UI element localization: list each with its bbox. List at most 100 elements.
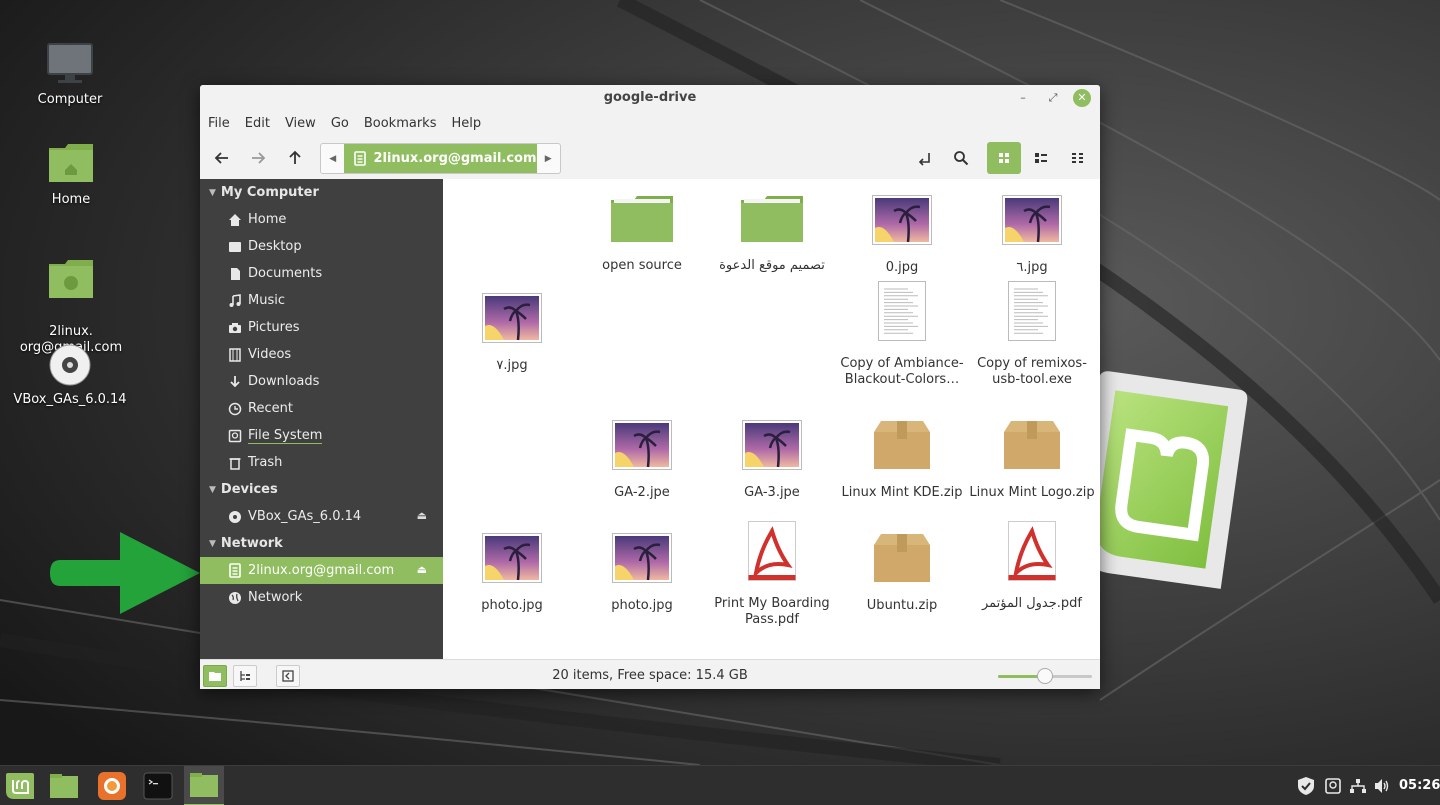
file-item[interactable]: ٧.jpg [447, 287, 577, 374]
sidebar-item-home[interactable]: Home [200, 206, 443, 233]
sidebar-item-label: Videos [248, 347, 292, 362]
file-item[interactable]: Copy of remixos-usb-tool.exe [967, 281, 1097, 388]
sidebar-item-network[interactable]: Network [200, 584, 443, 611]
file-item[interactable]: GA-2.jpe [577, 414, 707, 501]
toolbar: ◀ 2linux.org@gmail.com ▶ [200, 135, 1100, 179]
sidebar-item-desktop[interactable]: Desktop [200, 233, 443, 260]
file-item[interactable]: Ubuntu.zip [837, 527, 967, 614]
sidebar-item-google-drive[interactable]: 2linux.org@gmail.com ⏏ [200, 557, 443, 584]
toggle-location-button[interactable] [910, 143, 940, 173]
desktop-icon-computer[interactable]: Computer [0, 42, 140, 108]
file-name: photo.jpg [481, 598, 543, 613]
file-item[interactable]: photo.jpg [577, 527, 707, 614]
sidebar-item-vbox-disc[interactable]: VBox_GAs_6.0.14 ⏏ [200, 503, 443, 530]
sidebar-item-file-system[interactable]: File System [200, 422, 443, 449]
pdf-thumbnail-icon [967, 521, 1097, 586]
compact-view-button[interactable] [1063, 143, 1093, 173]
sidebar-header-my-computer[interactable]: ▼ My Computer [200, 179, 443, 206]
maximize-button[interactable]: ⤢ [1044, 89, 1062, 107]
file-item[interactable]: GA-3.jpe [707, 414, 837, 501]
eject-icon[interactable]: ⏏ [417, 563, 427, 576]
forward-button[interactable] [243, 143, 273, 173]
sidebar-item-videos[interactable]: Videos [200, 341, 443, 368]
file-item[interactable]: Print My Boarding Pass.pdf [707, 521, 837, 628]
sidebar-item-label: Home [248, 212, 287, 227]
icon-view-button[interactable] [987, 142, 1021, 174]
file-name: GA-2.jpe [614, 485, 670, 500]
file-item[interactable]: ٦.jpg [967, 189, 1097, 276]
menu-file[interactable]: File [204, 116, 234, 131]
network-tray[interactable] [1348, 776, 1368, 796]
file-item[interactable]: photo.jpg [447, 527, 577, 614]
zoom-slider[interactable] [998, 668, 1092, 684]
menu-view-label[interactable]: View [281, 116, 320, 131]
path-scroll-left-button[interactable]: ◀ [321, 144, 344, 173]
terminal-launcher[interactable] [138, 766, 178, 805]
desktop-icon-network-drive[interactable]: 2linux. org@gmail.com [1, 242, 141, 356]
file-item[interactable]: Linux Mint Logo.zip [967, 414, 1097, 501]
caret-down-icon: ▼ [209, 187, 216, 198]
file-name: ٧.jpg [496, 358, 528, 373]
file-name: Ubuntu.zip [866, 598, 938, 613]
zoom-slider-handle[interactable] [1037, 668, 1053, 684]
titlebar[interactable]: google-drive – ⤢ ✕ [200, 85, 1100, 111]
file-name: GA-3.jpe [744, 485, 800, 500]
disc-icon [227, 509, 243, 525]
search-icon [954, 151, 969, 166]
file-item[interactable]: 0.jpg [837, 189, 967, 276]
list-view-button[interactable] [1026, 143, 1056, 173]
file-item[interactable]: جدول المؤتمر.pdf [967, 521, 1097, 612]
close-button[interactable]: ✕ [1073, 89, 1091, 107]
menu-button[interactable] [0, 766, 40, 805]
sidebar-header-devices[interactable]: ▼ Devices [200, 476, 443, 503]
path-segment-drive[interactable]: 2linux.org@gmail.com [344, 144, 537, 173]
file-manager-window: google-drive – ⤢ ✕ File Edit Go View Go … [200, 85, 1100, 689]
sidebar-item-downloads[interactable]: Downloads [200, 368, 443, 395]
harddisk-icon [1325, 778, 1341, 794]
firefox-launcher[interactable] [92, 766, 132, 805]
disc-icon [49, 344, 91, 386]
desktop-icon-label: Home [51, 192, 91, 207]
sidebar-header-network[interactable]: ▼ Network [200, 530, 443, 557]
shield-check-icon [1298, 777, 1314, 795]
menu-bookmarks[interactable]: Bookmarks [360, 116, 441, 131]
eject-icon[interactable]: ⏏ [417, 509, 427, 522]
drives-tray[interactable] [1323, 776, 1343, 796]
image-thumbnail-icon [577, 533, 707, 588]
sidebar-item-documents[interactable]: Documents [200, 260, 443, 287]
file-item[interactable]: open source [577, 189, 707, 274]
file-item[interactable]: Linux Mint KDE.zip [837, 414, 967, 501]
file-item[interactable]: Copy of Ambiance-Blackout-Colors… [837, 281, 967, 388]
path-scroll-right-button[interactable]: ▶ [537, 144, 560, 173]
menu-go[interactable]: Go [327, 116, 353, 131]
taskbar-file-manager[interactable] [184, 766, 224, 805]
file-name: Copy of remixos-usb-tool.exe [977, 356, 1087, 387]
sidebar-item-music[interactable]: Music [200, 287, 443, 314]
file-item[interactable]: تصميم موقع الدعوة [707, 189, 837, 274]
search-button[interactable] [946, 143, 976, 173]
menu-help[interactable]: Help [447, 116, 485, 131]
sidebar-item-label: Trash [248, 455, 283, 470]
back-button[interactable] [207, 143, 237, 173]
status-text: 20 items, Free space: 15.4 GB [552, 668, 748, 683]
minimize-button[interactable]: – [1014, 89, 1032, 107]
sidebar-item-pictures[interactable]: Pictures [200, 314, 443, 341]
document-icon [227, 266, 243, 282]
menu-edit[interactable]: Edit [241, 116, 274, 131]
image-thumbnail-icon [967, 195, 1097, 250]
statusbar: 20 items, Free space: 15.4 GB [200, 659, 1100, 689]
sidebar-item-trash[interactable]: Trash [200, 449, 443, 476]
sidebar-item-label: Music [248, 293, 285, 308]
volume-tray[interactable] [1372, 776, 1392, 796]
arrow-right-icon [252, 152, 266, 164]
arrow-annotation-icon [50, 532, 200, 614]
location-entry-icon [918, 153, 930, 166]
desktop-icon-home[interactable]: Home [1, 142, 141, 208]
up-button[interactable] [280, 143, 310, 173]
show-desktop-button[interactable] [44, 766, 84, 805]
clock[interactable]: 05:26 [1399, 778, 1440, 793]
sidebar-item-recent[interactable]: Recent [200, 395, 443, 422]
update-manager-tray[interactable] [1296, 776, 1316, 796]
file-name: Copy of Ambiance-Blackout-Colors… [840, 356, 964, 387]
desktop-icon-vbox[interactable]: VBox_GAs_6.0.14 [0, 344, 140, 408]
